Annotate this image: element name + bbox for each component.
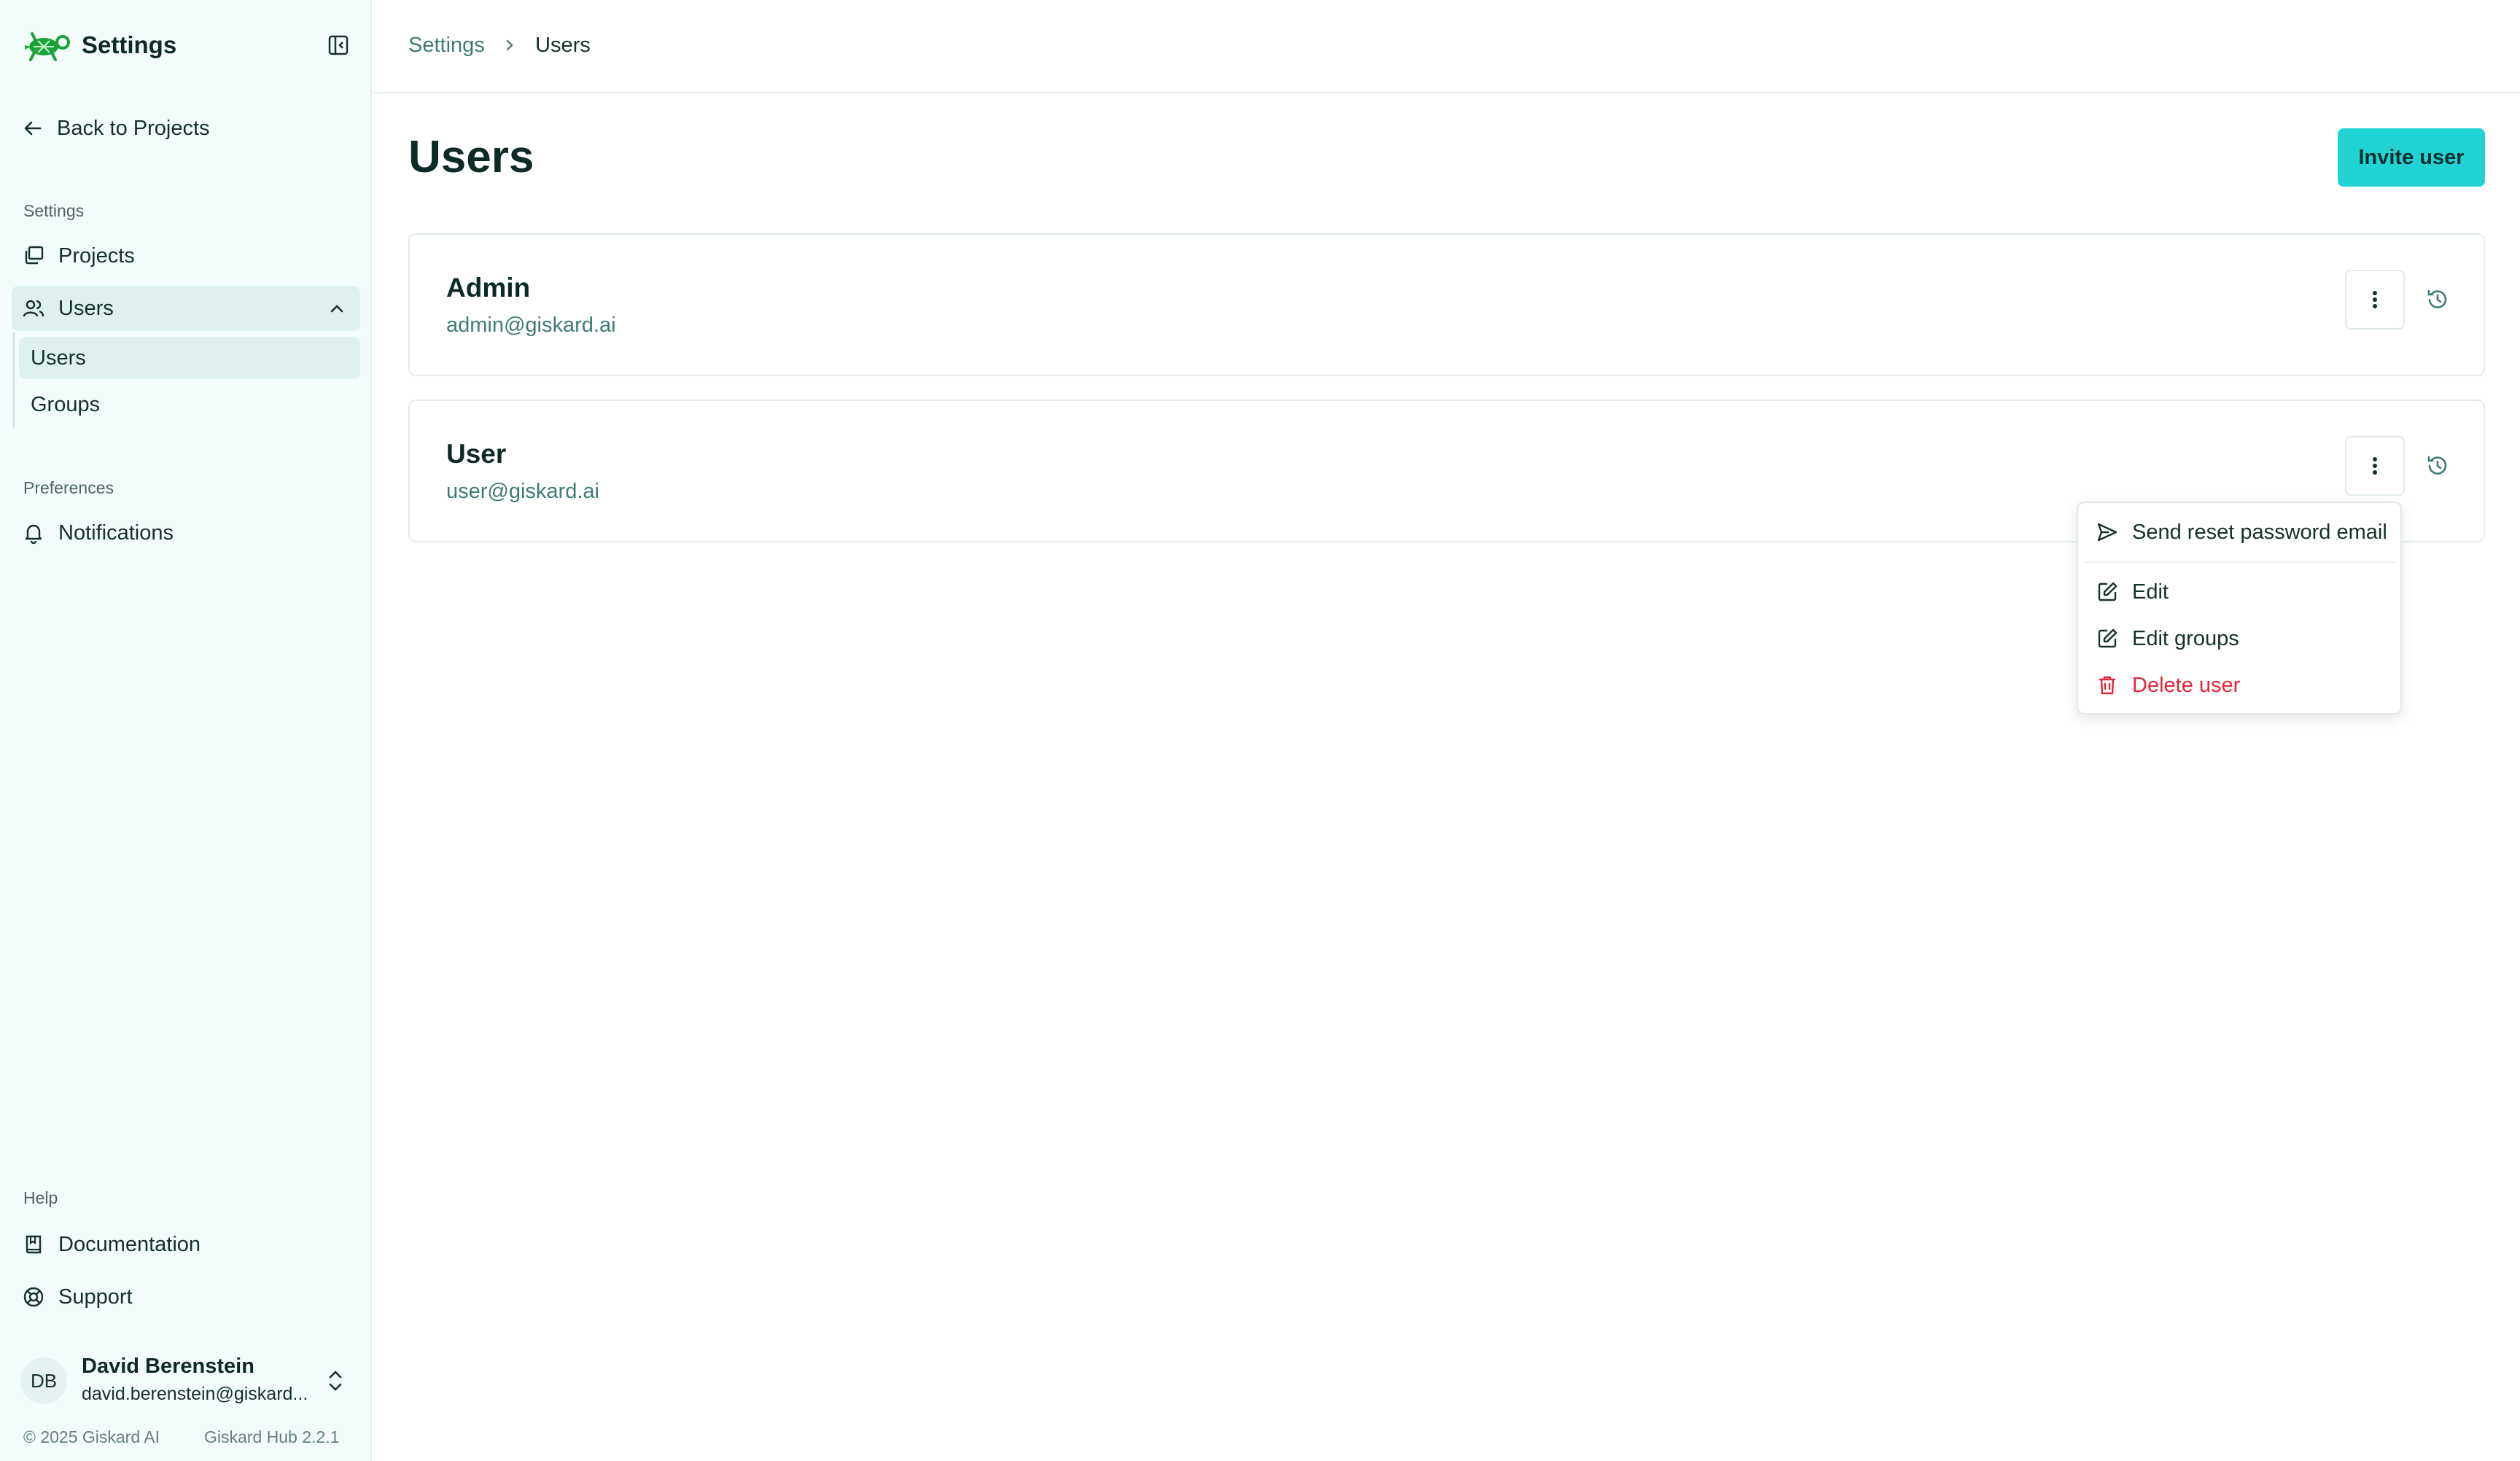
user-actions-button[interactable] xyxy=(2345,270,2405,330)
avatar: DB xyxy=(20,1357,67,1404)
menu-item-label: Delete user xyxy=(2132,673,2241,697)
sidebar-item-label: Support xyxy=(58,1285,133,1309)
history-icon[interactable] xyxy=(2425,453,2450,478)
breadcrumb-current: Users xyxy=(535,34,591,57)
sidebar-item-label: Projects xyxy=(58,244,135,268)
more-vertical-icon xyxy=(2373,291,2377,308)
invite-user-button[interactable]: Invite user xyxy=(2338,128,2485,187)
sidebar-item-label: Users xyxy=(58,296,114,320)
section-label-help: Help xyxy=(23,1188,58,1207)
sidebar-collapse-icon[interactable] xyxy=(327,34,350,57)
chevron-up-icon xyxy=(330,305,343,313)
sidebar-item-projects[interactable]: Projects xyxy=(12,233,360,278)
edit-icon xyxy=(2098,628,2118,648)
menu-item-edit-groups[interactable]: Edit groups xyxy=(2078,617,2400,661)
sidebar-header: Settings xyxy=(0,0,370,92)
arrow-left-icon xyxy=(24,121,42,136)
sidebar-item-support[interactable]: Support xyxy=(12,1274,360,1320)
projects-icon xyxy=(25,246,44,265)
version-text: Giskard Hub 2.2.1 xyxy=(204,1427,340,1446)
menu-item-label: Send reset password email xyxy=(2132,520,2387,544)
sidebar-item-label: Documentation xyxy=(58,1232,201,1256)
menu-item-edit[interactable]: Edit xyxy=(2078,570,2400,614)
user-name: Admin xyxy=(446,273,531,303)
chevron-up-down-icon xyxy=(329,1371,342,1391)
user-actions-menu: Send reset password email Edit Edit grou… xyxy=(2077,502,2402,714)
user-email: user@giskard.ai xyxy=(446,480,599,503)
sidebar-item-documentation[interactable]: Documentation xyxy=(12,1222,360,1267)
page-title: Users xyxy=(408,132,534,182)
lifebuoy-icon xyxy=(23,1287,44,1307)
history-icon[interactable] xyxy=(2425,287,2450,312)
sidebar-subitem-label: Users xyxy=(31,346,86,370)
sidebar-subitem-users[interactable]: Users xyxy=(19,337,360,379)
breadcrumb-settings-link[interactable]: Settings xyxy=(408,34,485,58)
submenu-line xyxy=(13,332,15,429)
breadcrumb: Settings Users xyxy=(373,0,2520,93)
sidebar-item-label: Notifications xyxy=(58,521,174,545)
chevron-right-icon xyxy=(506,39,513,51)
sidebar-item-notifications[interactable]: Notifications xyxy=(12,510,360,556)
book-icon xyxy=(26,1235,42,1254)
back-to-projects-label: Back to Projects xyxy=(57,116,210,140)
users-icon xyxy=(23,300,44,317)
sidebar-subitem-label: Groups xyxy=(31,392,101,416)
menu-item-label: Edit groups xyxy=(2132,626,2239,650)
user-email: admin@giskard.ai xyxy=(446,313,616,337)
send-icon xyxy=(2097,523,2118,542)
giskard-turtle-logo-icon xyxy=(25,32,70,61)
menu-divider xyxy=(2084,561,2396,563)
more-vertical-icon xyxy=(2373,457,2377,475)
menu-item-send-reset-password[interactable]: Send reset password email xyxy=(2078,510,2400,554)
user-name: User xyxy=(446,439,507,469)
copyright-text: © 2025 Giskard AI xyxy=(23,1427,160,1446)
trash-icon xyxy=(2099,676,2115,695)
user-card-admin: Admin admin@giskard.ai xyxy=(408,233,2485,376)
sidebar-subitem-groups[interactable]: Groups xyxy=(19,383,360,426)
section-label-preferences: Preferences xyxy=(23,478,114,497)
back-to-projects-link[interactable]: Back to Projects xyxy=(22,114,210,143)
edit-icon xyxy=(2098,582,2118,601)
menu-item-label: Edit xyxy=(2132,580,2169,604)
current-user-name: David Berenstein xyxy=(82,1355,254,1378)
current-user-menu[interactable]: DB David Berenstein david.berenstein@gis… xyxy=(15,1350,357,1411)
app-root: Settings Back to Projects Settings Proje… xyxy=(0,0,2520,1461)
current-user-email: david.berenstein@giskard... xyxy=(82,1384,308,1404)
section-label-settings: Settings xyxy=(23,201,85,220)
app-title: Settings xyxy=(82,31,177,58)
sidebar: Settings Back to Projects Settings Proje… xyxy=(0,0,372,1461)
sidebar-item-users-group[interactable]: Users xyxy=(12,286,360,331)
menu-item-delete-user[interactable]: Delete user xyxy=(2078,663,2400,707)
user-actions-button[interactable] xyxy=(2345,436,2405,496)
bell-icon xyxy=(25,524,42,545)
